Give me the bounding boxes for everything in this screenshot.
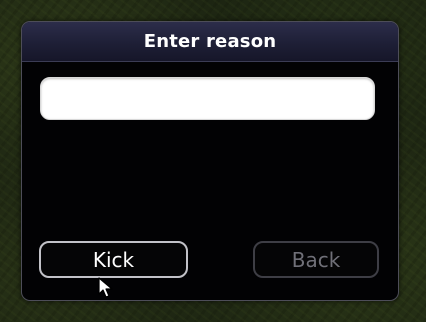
dialog-titlebar: Enter reason bbox=[22, 22, 398, 62]
dialog-title: Enter reason bbox=[143, 31, 277, 52]
kick-button[interactable]: Kick bbox=[39, 241, 188, 278]
enter-reason-dialog: Enter reason Kick Back bbox=[21, 21, 399, 301]
kick-button-label: Kick bbox=[92, 247, 135, 272]
back-button[interactable]: Back bbox=[253, 241, 379, 278]
reason-input[interactable] bbox=[40, 77, 375, 120]
mouse-pointer-icon bbox=[98, 277, 113, 298]
back-button-label: Back bbox=[291, 247, 341, 272]
